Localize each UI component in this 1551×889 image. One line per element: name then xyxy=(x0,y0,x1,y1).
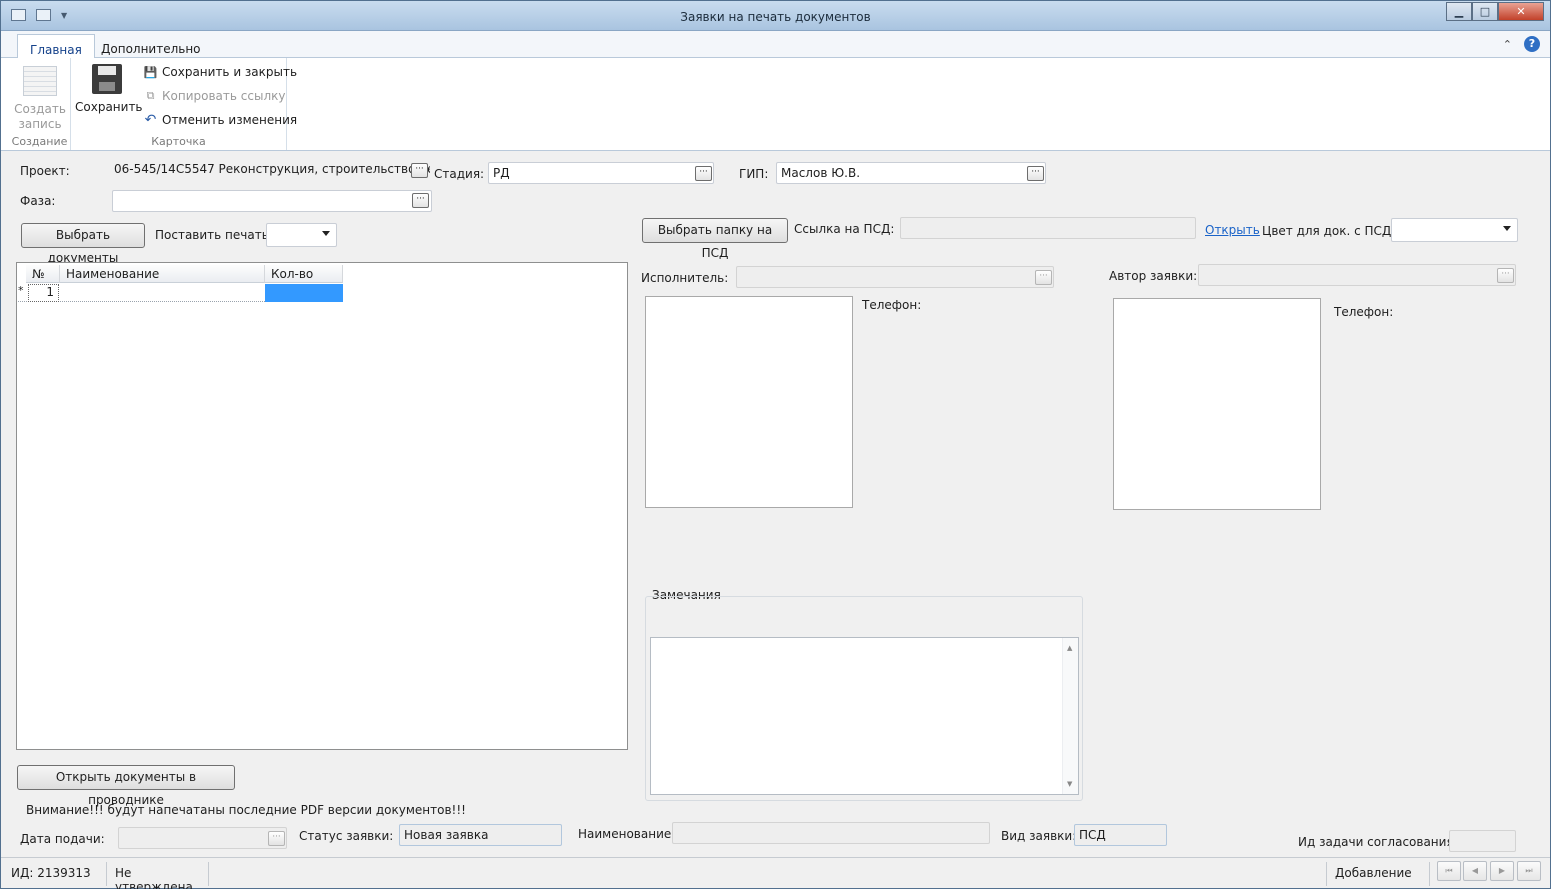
psd-link-field[interactable] xyxy=(900,217,1196,239)
grid-header-name[interactable]: Наименование xyxy=(60,265,265,283)
executor-label: Исполнитель: xyxy=(641,271,729,285)
stamp-label: Поставить печать: xyxy=(155,228,273,242)
stage-ellipsis-button[interactable]: ··· xyxy=(695,166,712,181)
group-label-card: Карточка xyxy=(151,135,206,148)
gip-label: ГИП: xyxy=(739,167,769,181)
title-bar: ▼ Заявки на печать документов ▁ □ ✕ xyxy=(1,1,1550,31)
gip-ellipsis-button[interactable]: ··· xyxy=(1027,166,1044,181)
task-id-field[interactable] xyxy=(1449,830,1516,852)
scroll-down-icon[interactable]: ▼ xyxy=(1067,780,1072,788)
date-field[interactable] xyxy=(118,827,287,849)
select-psd-folder-button[interactable]: Выбрать папку на ПСД xyxy=(642,218,788,260)
select-documents-button[interactable]: Выбрать документы xyxy=(21,223,145,265)
executor-ellipsis-button[interactable]: ··· xyxy=(1035,270,1052,285)
project-label: Проект: xyxy=(20,164,70,178)
new-record-icon xyxy=(23,66,57,96)
maximize-button[interactable]: □ xyxy=(1472,2,1498,21)
status-field[interactable]: Новая заявка xyxy=(399,824,562,846)
open-psd-link[interactable]: Открыть xyxy=(1205,223,1260,237)
date-ellipsis-button[interactable]: ··· xyxy=(268,831,285,846)
open-in-explorer-button[interactable]: Открыть документы в проводнике xyxy=(17,765,235,807)
grid-cell-num[interactable]: 1 xyxy=(28,284,59,302)
remarks-scrollbar[interactable]: ▲ ▼ xyxy=(1062,638,1078,794)
save-close-icon: 💾 xyxy=(143,65,158,79)
name-label: Наименование: xyxy=(578,827,676,841)
tab-main[interactable]: Главная xyxy=(17,34,95,58)
stage-label: Стадия: xyxy=(434,167,485,181)
collapse-ribbon-icon[interactable]: ⌃ xyxy=(1503,38,1512,51)
save-button[interactable]: Сохранить xyxy=(75,64,143,115)
grid-header-num[interactable]: № xyxy=(26,265,60,283)
status-label: Статус заявки: xyxy=(299,829,394,843)
help-icon[interactable]: ? xyxy=(1524,36,1540,52)
undo-icon: ↶ xyxy=(144,112,157,128)
ribbon: Создать запись Создание Сохранить Карточ… xyxy=(1,58,1550,151)
status-approval: Не утверждена xyxy=(107,862,209,889)
request-type-label: Вид заявки: xyxy=(1001,829,1077,843)
close-button[interactable]: ✕ xyxy=(1498,2,1544,21)
author-ellipsis-button[interactable]: ··· xyxy=(1497,268,1514,283)
psd-color-select[interactable] xyxy=(1391,218,1518,242)
group-label-create: Создание xyxy=(11,135,68,148)
stage-field[interactable]: РД xyxy=(488,162,714,184)
author-phone-label: Телефон: xyxy=(1334,305,1394,319)
project-field[interactable]: 06-545/14С5547 Реконструкция, строительс… xyxy=(112,159,430,181)
grid-header-qty[interactable]: Кол-во xyxy=(265,265,343,283)
save-and-close-button[interactable]: 💾 Сохранить и закрыть xyxy=(143,62,297,82)
name-field[interactable] xyxy=(672,822,990,844)
copy-link-button[interactable]: ⧉ Копировать ссылку xyxy=(143,86,286,106)
stamp-select[interactable] xyxy=(266,223,337,247)
phase-label: Фаза: xyxy=(20,194,56,208)
psd-color-label: Цвет для док. с ПСД: xyxy=(1262,224,1396,238)
author-label: Автор заявки: xyxy=(1109,269,1198,283)
task-id-label: Ид задачи согласования: xyxy=(1298,835,1458,849)
grid-cell-name[interactable] xyxy=(60,284,265,302)
cancel-changes-button[interactable]: ↶ Отменить изменения xyxy=(143,110,297,130)
last-record-button[interactable]: ⏭ xyxy=(1517,861,1541,881)
prev-record-button[interactable]: ◀ xyxy=(1463,861,1487,881)
app-window: ▼ Заявки на печать документов ▁ □ ✕ Глав… xyxy=(0,0,1551,889)
chevron-down-icon xyxy=(322,231,330,236)
create-record-button[interactable]: Создать запись xyxy=(9,66,71,132)
executor-photo xyxy=(645,296,853,508)
request-type-field[interactable]: ПСД xyxy=(1074,824,1167,846)
save-icon xyxy=(92,64,122,94)
first-record-button[interactable]: ⏮ xyxy=(1437,861,1461,881)
scroll-up-icon[interactable]: ▲ xyxy=(1067,644,1072,652)
executor-phone-label: Телефон: xyxy=(862,298,922,312)
window-controls: ▁ □ ✕ xyxy=(1446,2,1544,21)
status-record-id: ИД: 2139313 xyxy=(3,862,107,886)
psd-link-label: Ссылка на ПСД: xyxy=(794,222,895,236)
tab-additional[interactable]: Дополнительно xyxy=(89,34,213,58)
documents-grid[interactable]: № Наименование Кол-во * 1 xyxy=(16,262,628,750)
pdf-warning: Внимание!!! будут напечатаны последние P… xyxy=(26,803,466,817)
ribbon-group-create: Создать запись Создание xyxy=(9,58,71,150)
copy-link-icon: ⧉ xyxy=(146,89,155,102)
phase-field[interactable] xyxy=(112,190,432,212)
project-ellipsis-button[interactable]: ··· xyxy=(411,163,428,178)
ribbon-tabs: Главная Дополнительно ⌃ ? xyxy=(1,31,1550,58)
remarks-textarea[interactable]: ▲ ▼ xyxy=(650,637,1079,795)
author-photo xyxy=(1113,298,1321,510)
author-field[interactable] xyxy=(1198,264,1516,286)
grid-cell-qty[interactable] xyxy=(265,284,343,302)
new-row-marker: * xyxy=(18,284,27,302)
phase-ellipsis-button[interactable]: ··· xyxy=(412,193,429,208)
window-title: Заявки на печать документов xyxy=(680,10,871,24)
chevron-down-icon xyxy=(1503,226,1511,231)
status-mode: Добавление xyxy=(1326,862,1430,886)
status-bar: ИД: 2139313 Не утверждена Добавление ⏮ ◀… xyxy=(1,857,1550,889)
next-record-button[interactable]: ▶ xyxy=(1490,861,1514,881)
gip-field[interactable]: Маслов Ю.В. xyxy=(776,162,1046,184)
date-label: Дата подачи: xyxy=(20,832,105,846)
minimize-button[interactable]: ▁ xyxy=(1446,2,1472,21)
executor-field[interactable] xyxy=(736,266,1054,288)
